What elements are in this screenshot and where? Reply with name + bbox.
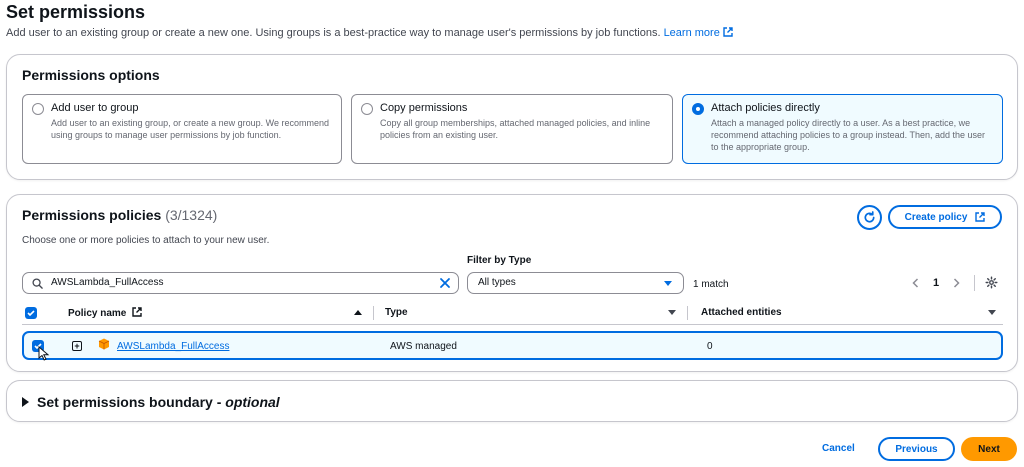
permissions-boundary-optional: optional xyxy=(225,394,280,410)
refresh-icon xyxy=(864,211,875,223)
option-copy-permissions[interactable]: Copy permissions Copy all group membersh… xyxy=(351,94,673,164)
permissions-policies-count: (3/1324) xyxy=(165,207,218,223)
radio-icon[interactable] xyxy=(361,103,373,115)
page-description-text: Add user to an existing group or create … xyxy=(6,27,661,39)
option-attach-policies-directly[interactable]: Attach policies directly Attach a manage… xyxy=(682,94,1003,164)
previous-button[interactable]: Previous xyxy=(878,437,955,461)
radio-icon[interactable] xyxy=(32,103,44,115)
option-add-user-to-group[interactable]: Add user to group Add user to an existin… xyxy=(22,94,342,164)
policy-search-input[interactable]: AWSLambda_FullAccess xyxy=(22,272,459,294)
create-policy-button[interactable]: Create policy xyxy=(888,205,1002,229)
permissions-policies-title: Permissions policies (3/1324) xyxy=(22,207,217,223)
caret-right-icon xyxy=(22,397,29,407)
column-type[interactable]: Type xyxy=(385,307,408,318)
page-title: Set permissions xyxy=(6,2,146,22)
table-row[interactable]: + AWSLambda_FullAccess AWS managed 0 xyxy=(22,331,1003,361)
cursor-icon xyxy=(38,346,50,361)
refresh-button[interactable] xyxy=(857,205,882,230)
select-all-checkbox[interactable] xyxy=(25,307,37,319)
option-description: Add user to an existing group, or create… xyxy=(51,118,329,140)
external-link-icon xyxy=(132,307,142,317)
option-label: Add user to group xyxy=(51,102,139,114)
permissions-options-card: Permissions options Add user to group Ad… xyxy=(6,54,1018,180)
expand-icon[interactable]: + xyxy=(72,341,82,351)
attached-entities-cell: 0 xyxy=(707,341,713,352)
filter-by-type-label: Filter by Type xyxy=(467,255,532,266)
learn-more-link[interactable]: Learn more xyxy=(664,27,733,39)
cancel-button[interactable]: Cancel xyxy=(822,443,855,454)
filter-type-select[interactable]: All types xyxy=(467,272,684,294)
option-label: Copy permissions xyxy=(380,102,468,114)
permissions-boundary-card[interactable]: Set permissions boundary - optional xyxy=(6,380,1018,422)
gear-icon[interactable] xyxy=(985,276,998,289)
column-divider xyxy=(373,306,374,320)
permissions-boundary-title-text: Set permissions boundary - xyxy=(37,394,226,410)
checkbox-icon xyxy=(27,310,35,317)
filter-type-value: All types xyxy=(478,277,516,288)
search-icon xyxy=(32,278,43,289)
column-policy-name[interactable]: Policy name xyxy=(68,307,142,319)
current-page[interactable]: 1 xyxy=(933,277,939,289)
sort-ascending-icon[interactable] xyxy=(354,310,362,315)
permissions-policies-heading: Permissions policies xyxy=(22,207,162,223)
column-policy-name-label: Policy name xyxy=(68,308,127,319)
option-label: Attach policies directly xyxy=(711,102,820,114)
chevron-left-icon[interactable] xyxy=(912,278,919,288)
aws-policy-icon xyxy=(98,338,110,350)
create-policy-label: Create policy xyxy=(904,211,968,223)
external-link-icon xyxy=(975,212,986,222)
caret-down-icon xyxy=(664,281,672,286)
policy-table-header: Policy name Type Attached entities xyxy=(22,301,1003,325)
next-button[interactable]: Next xyxy=(961,437,1017,461)
permissions-policies-card: Permissions policies (3/1324) Choose one… xyxy=(6,194,1018,372)
radio-icon[interactable] xyxy=(692,103,704,115)
sort-icon[interactable] xyxy=(668,310,676,315)
pagination: 1 xyxy=(912,275,976,291)
permissions-boundary-toggle[interactable]: Set permissions boundary - optional xyxy=(22,394,280,410)
option-description: Copy all group memberships, attached man… xyxy=(380,118,651,140)
external-link-icon xyxy=(723,27,733,37)
column-divider xyxy=(687,306,688,320)
policy-search-value: AWSLambda_FullAccess xyxy=(51,277,164,288)
learn-more-label: Learn more xyxy=(663,27,720,39)
chevron-right-icon[interactable] xyxy=(953,278,960,288)
permissions-options-title: Permissions options xyxy=(22,67,160,83)
column-attached-entities[interactable]: Attached entities xyxy=(701,307,782,318)
sort-icon[interactable] xyxy=(988,310,996,315)
option-description: Attach a managed policy directly to a us… xyxy=(711,118,986,152)
permissions-boundary-title: Set permissions boundary - optional xyxy=(37,394,280,410)
clear-icon[interactable] xyxy=(439,277,451,289)
permissions-policies-description: Choose one or more policies to attach to… xyxy=(22,235,270,246)
page-description: Add user to an existing group or create … xyxy=(6,27,733,39)
pagination-divider xyxy=(974,275,976,291)
policy-type-cell: AWS managed xyxy=(390,341,457,352)
match-count: 1 match xyxy=(693,279,729,290)
policy-name-link[interactable]: AWSLambda_FullAccess xyxy=(117,341,229,352)
